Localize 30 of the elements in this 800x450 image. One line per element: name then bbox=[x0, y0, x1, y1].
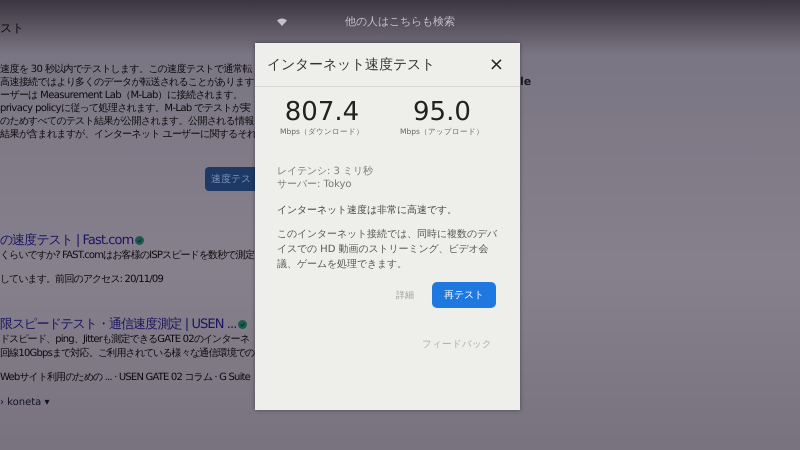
result-title-link[interactable]: の速度テスト | Fast.com bbox=[0, 231, 134, 249]
result-snippet: しています。前回のアクセス: 20/11/09 bbox=[0, 273, 164, 287]
related-searches-heading: 他の人はこちらも検索 bbox=[345, 14, 455, 29]
speed-value: 807.4 bbox=[284, 97, 360, 127]
detail-text: レイテンシ: 3 ミリ秒 bbox=[277, 165, 374, 178]
description-text: 速度を 30 秒以内でテストします。この速度テストで通常転 bbox=[0, 63, 254, 76]
cut-off-text: le bbox=[520, 75, 532, 88]
description-text: のためすべてのテスト結果が公開されます。公開される情報 bbox=[0, 115, 255, 128]
close-button[interactable]: × bbox=[484, 56, 508, 74]
description-text: 高速接続ではより多くのデータが転送されることがあります bbox=[0, 76, 255, 89]
wifi-icon bbox=[277, 18, 287, 26]
result-snippet: 回線10Gbpsまで対応。ご利用されている様々な通信環境での bbox=[0, 347, 255, 361]
result-snippet: ドスピード、ping、Jitterも測定できるGATE 02のインターネ bbox=[0, 333, 250, 347]
verified-icon bbox=[238, 320, 248, 328]
result-title-link[interactable]: 限スピードテスト・通信速度測定 | USEN ... bbox=[0, 315, 236, 333]
breadcrumb-link[interactable]: › koneta ▾ bbox=[0, 397, 255, 408]
description-text: privacy policyに従って処理されます。M-Lab でテストが実 bbox=[0, 102, 252, 115]
result-snippet: くらいですか? FAST.comはお客様のISPスピードを数秒で測定 bbox=[0, 249, 255, 263]
description-text: ーザーは Measurement Lab（M-Lab）に接続されます。 bbox=[0, 89, 244, 102]
speed-test-button[interactable]: 速度テス bbox=[205, 167, 255, 191]
description-paragraph: このインターネット接続では、同時に複数のデバイスでの HD 動画のストリーミング、ビデオ会議、ゲームを処理できます。 bbox=[277, 228, 498, 272]
speed-value: 95.0 bbox=[413, 97, 471, 127]
result-snippet: Webサイト利用のための ... · USEN GATE 02 コラム · G Suite bbox=[0, 371, 252, 385]
details-link[interactable]: 詳細 bbox=[396, 288, 414, 302]
retest-button[interactable]: 再テスト bbox=[432, 282, 496, 308]
detail-text: サーバー: Tokyo bbox=[277, 178, 353, 191]
verdict-text: インターネット速度は非常に高速です。 bbox=[277, 204, 458, 217]
section-heading: スト bbox=[0, 20, 25, 37]
dialog-title: インターネット速度テスト bbox=[267, 56, 435, 74]
verified-icon bbox=[135, 236, 144, 244]
